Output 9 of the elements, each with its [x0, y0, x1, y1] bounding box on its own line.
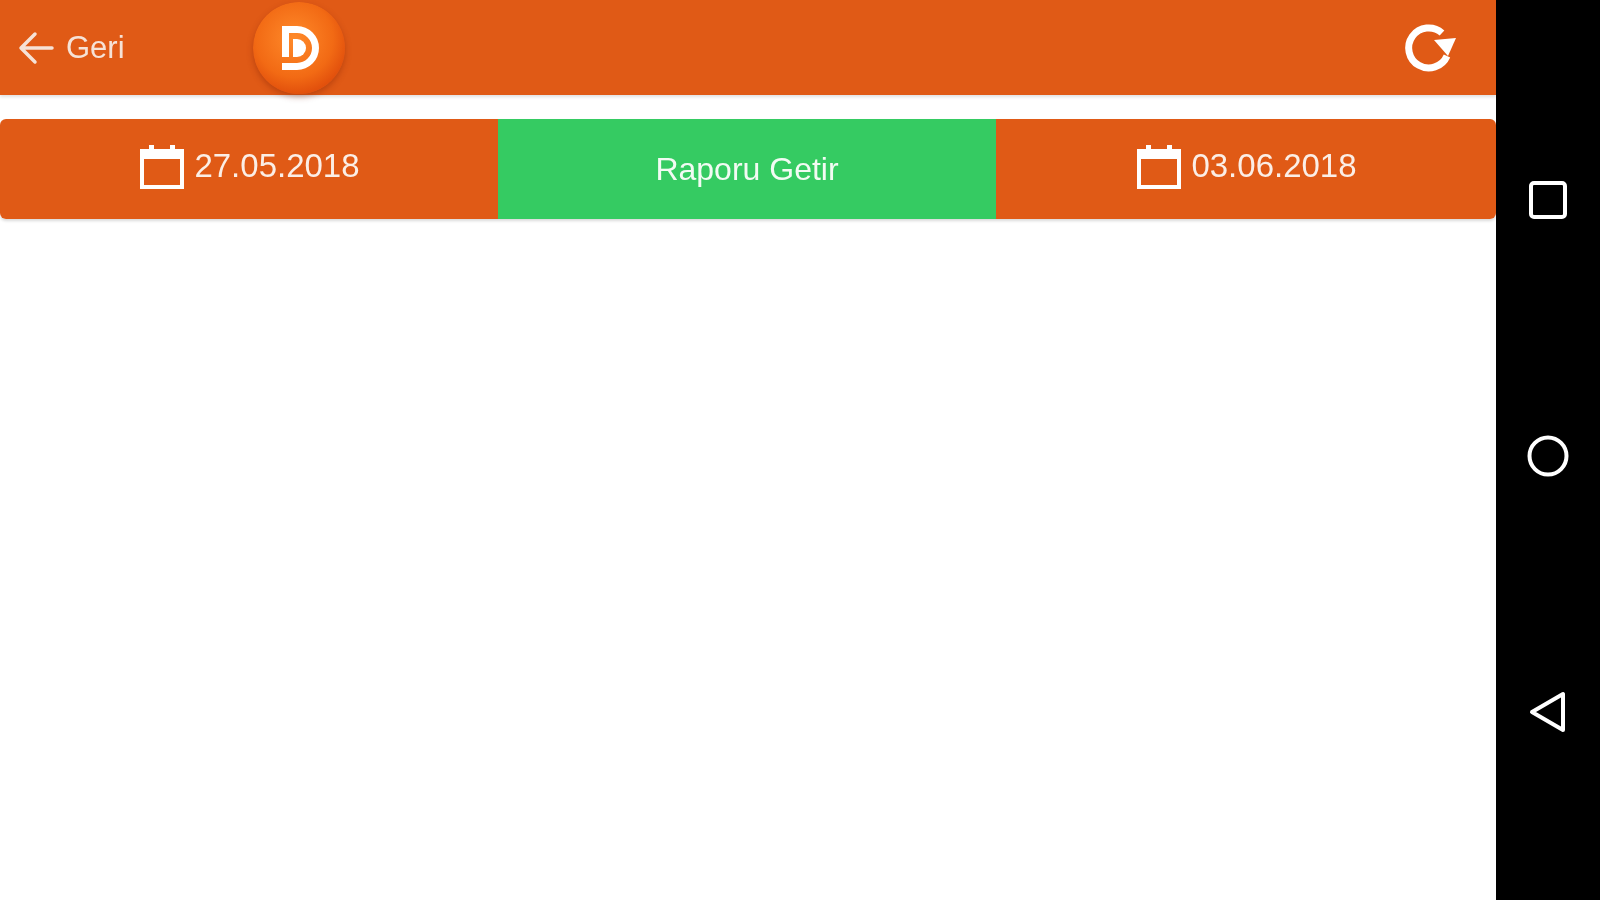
circle-icon[interactable]: [1527, 435, 1569, 477]
date-picker-button[interactable]: 03.06.2018: [996, 119, 1496, 219]
calendar-icon: [138, 142, 187, 190]
get-report-button[interactable]: Raporu Getir: [498, 119, 996, 219]
back-button[interactable]: Geri: [18, 29, 125, 66]
calendar-icon: [1135, 142, 1184, 190]
arrow-left-icon: [18, 30, 54, 65]
square-icon[interactable]: [1527, 179, 1569, 221]
date-picker-button[interactable]: 27.05.2018: [0, 119, 498, 219]
